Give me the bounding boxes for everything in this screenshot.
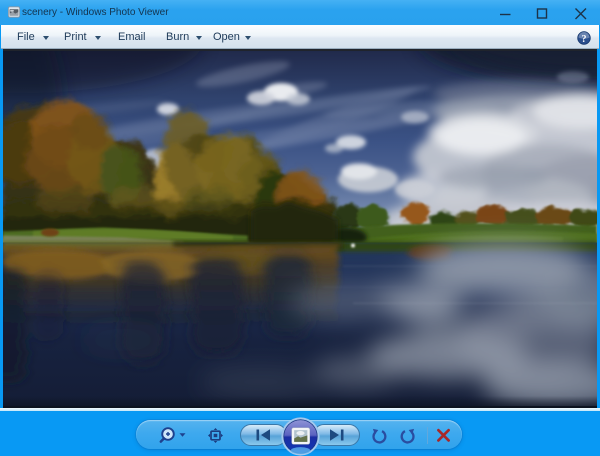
svg-text:?: ?: [582, 34, 587, 45]
